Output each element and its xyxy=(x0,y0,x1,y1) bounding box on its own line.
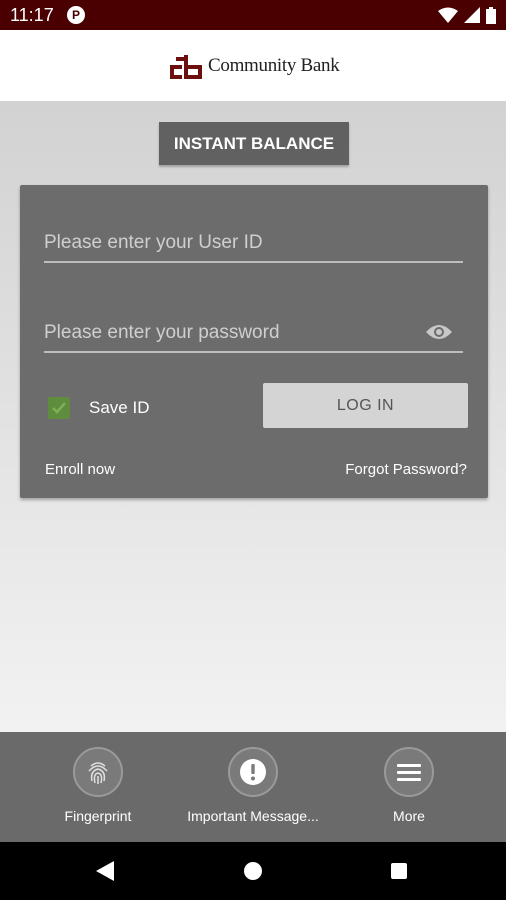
save-id-checkbox[interactable] xyxy=(48,397,70,419)
save-id-row[interactable]: Save ID xyxy=(48,397,149,419)
eye-icon[interactable] xyxy=(425,322,453,342)
home-icon[interactable] xyxy=(244,862,262,880)
main-content: INSTANT BALANCE Save ID LOG IN Enroll no… xyxy=(0,101,506,732)
nav-item-important-message[interactable]: Important Message... xyxy=(178,747,328,824)
enroll-now-link[interactable]: Enroll now xyxy=(45,461,115,478)
battery-icon xyxy=(486,6,496,24)
important-message-label: Important Message... xyxy=(187,808,319,824)
nav-item-more[interactable]: More xyxy=(374,747,444,824)
more-label: More xyxy=(393,808,425,824)
important-message-button[interactable] xyxy=(228,747,278,797)
exclamation-icon xyxy=(240,759,266,785)
login-button[interactable]: LOG IN xyxy=(263,383,468,428)
save-id-label: Save ID xyxy=(89,398,150,417)
user-id-field[interactable] xyxy=(44,223,463,263)
forgot-password-link[interactable]: Forgot Password? xyxy=(345,461,467,478)
notification-app-icon: P xyxy=(67,6,85,24)
menu-icon xyxy=(397,764,421,781)
fingerprint-icon xyxy=(88,762,108,784)
more-button[interactable] xyxy=(384,747,434,797)
android-nav-bar xyxy=(0,842,506,900)
status-bar: 11:17 P xyxy=(0,0,506,30)
checkmark-icon xyxy=(52,402,66,414)
back-icon[interactable] xyxy=(96,861,114,881)
logo-text: Community Bank xyxy=(208,55,340,76)
wifi-icon xyxy=(438,7,458,23)
password-input[interactable] xyxy=(44,319,414,347)
recents-icon[interactable] xyxy=(391,863,407,879)
app-header: Community Bank xyxy=(0,30,506,101)
nav-item-fingerprint[interactable]: Fingerprint xyxy=(58,747,138,824)
community-bank-logo: Community Bank xyxy=(168,50,340,82)
signal-icon xyxy=(464,7,480,23)
fingerprint-label: Fingerprint xyxy=(64,808,132,824)
login-card: Save ID LOG IN Enroll now Forgot Passwor… xyxy=(20,185,488,498)
password-field[interactable] xyxy=(44,313,463,353)
bottom-nav-bar: Fingerprint Important Message... More xyxy=(0,732,506,842)
status-icons xyxy=(438,6,496,24)
instant-balance-button[interactable]: INSTANT BALANCE xyxy=(159,122,349,165)
cb-logo-mark-icon xyxy=(170,55,202,79)
status-time: 11:17 xyxy=(10,5,54,25)
fingerprint-button[interactable] xyxy=(73,747,123,797)
user-id-input[interactable] xyxy=(44,229,414,257)
